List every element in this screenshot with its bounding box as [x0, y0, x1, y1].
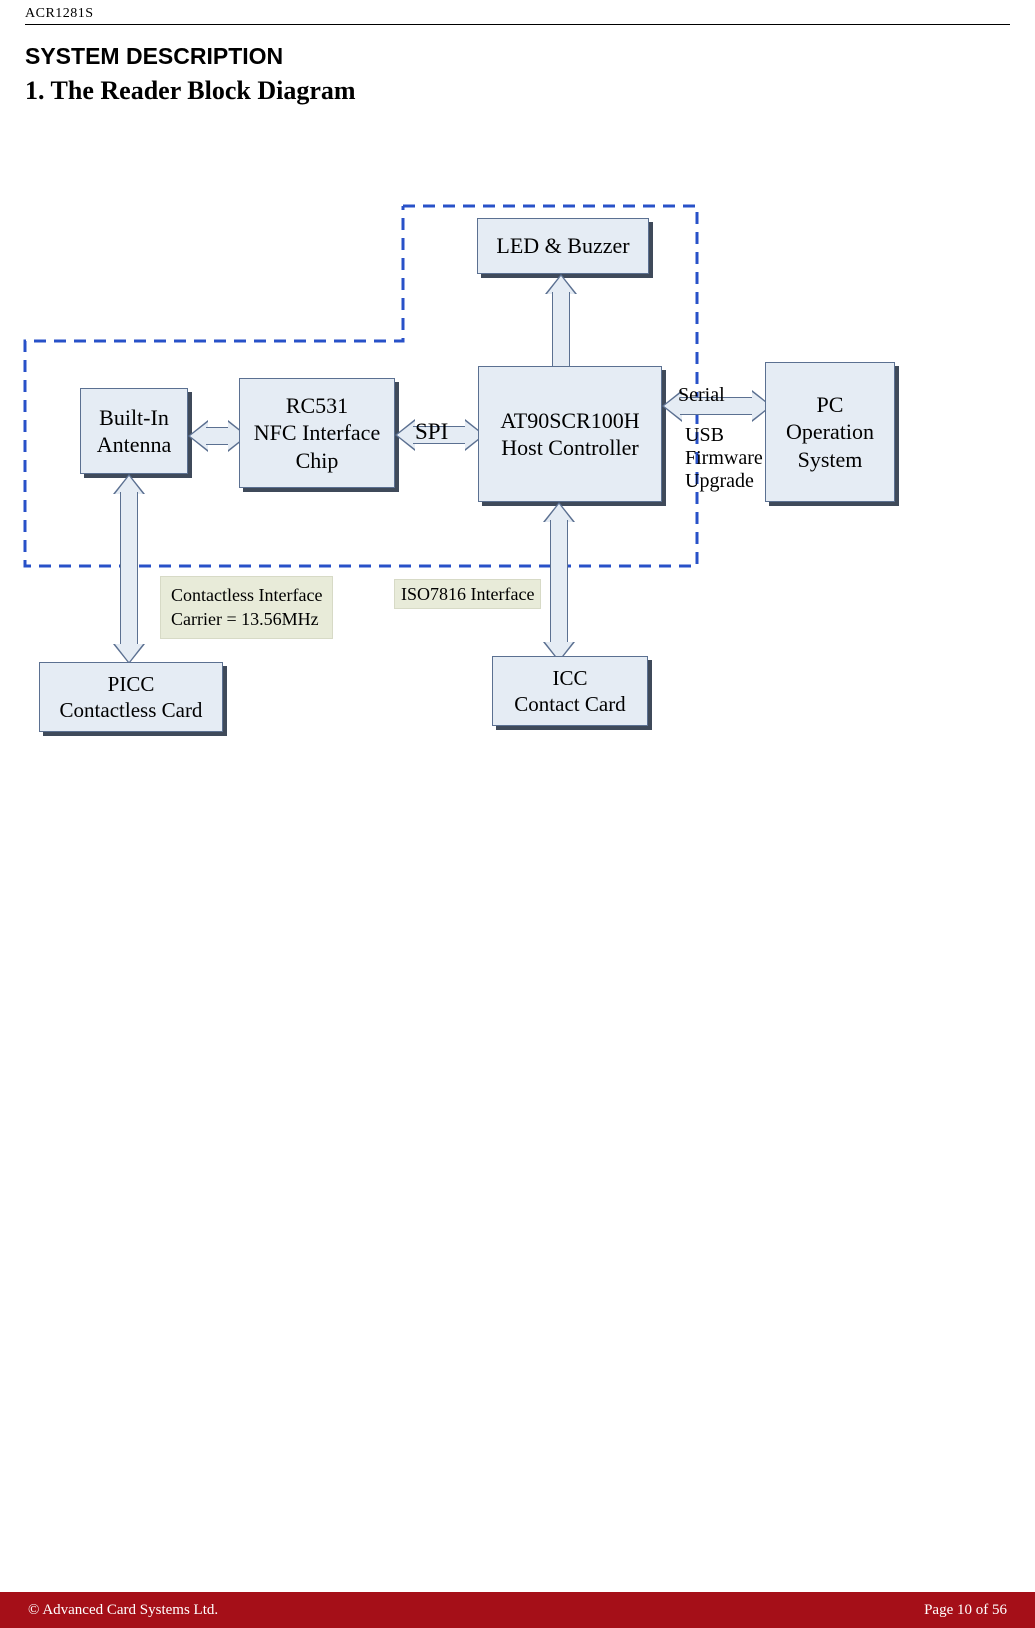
block-host-l2: Host Controller [501, 434, 639, 462]
block-host-controller: AT90SCR100H Host Controller [478, 366, 662, 502]
block-nfc-l1: RC531 [286, 392, 348, 420]
block-nfc-chip: RC531 NFC Interface Chip [239, 378, 395, 488]
label-contactless: Contactless Interface Carrier = 13.56MHz [160, 576, 333, 639]
section-title: SYSTEM DESCRIPTION [25, 43, 1010, 70]
block-diagram: LED & Buzzer Built-In Antenna RC531 NFC … [25, 206, 1010, 806]
block-host-l1: AT90SCR100H [500, 407, 639, 435]
block-pc-l2: Operation [786, 418, 874, 446]
label-iso7816-text: ISO7816 Interface [401, 584, 534, 604]
label-spi: SPI [415, 419, 448, 445]
block-pc-l1: PC [817, 391, 844, 419]
label-usb-l2: Firmware [685, 447, 763, 470]
block-led-buzzer: LED & Buzzer [477, 218, 649, 274]
label-usb: USB Firmware Upgrade [685, 424, 763, 493]
footer-right: Page 10 of 56 [924, 1602, 1007, 1619]
label-contactless-l1: Contactless Interface [171, 583, 322, 607]
label-iso7816: ISO7816 Interface [394, 579, 541, 609]
chapter-title: 1. The Reader Block Diagram [25, 76, 1010, 106]
block-icc-l1: ICC [552, 665, 587, 691]
block-antenna-l2: Antenna [97, 431, 172, 459]
block-picc-l1: PICC [108, 671, 155, 697]
block-nfc-l3: Chip [296, 447, 339, 475]
block-nfc-l2: NFC Interface [254, 419, 380, 447]
label-contactless-l2: Carrier = 13.56MHz [171, 607, 322, 631]
block-icc-l2: Contact Card [514, 691, 625, 717]
footer-left: © Advanced Card Systems Ltd. [28, 1602, 218, 1619]
block-antenna-l1: Built-In [99, 404, 169, 432]
doc-header: ACR1281S [25, 0, 1010, 25]
block-led-buzzer-label: LED & Buzzer [496, 232, 629, 260]
block-pc-l3: System [798, 446, 863, 474]
block-pc-os: PC Operation System [765, 362, 895, 502]
label-usb-l1: USB [685, 424, 763, 447]
block-icc: ICC Contact Card [492, 656, 648, 726]
page-footer: © Advanced Card Systems Ltd. Page 10 of … [0, 1592, 1035, 1628]
block-antenna: Built-In Antenna [80, 388, 188, 474]
label-serial: Serial [678, 384, 725, 407]
block-picc-l2: Contactless Card [60, 697, 203, 723]
label-usb-l3: Upgrade [685, 470, 763, 493]
block-picc: PICC Contactless Card [39, 662, 223, 732]
